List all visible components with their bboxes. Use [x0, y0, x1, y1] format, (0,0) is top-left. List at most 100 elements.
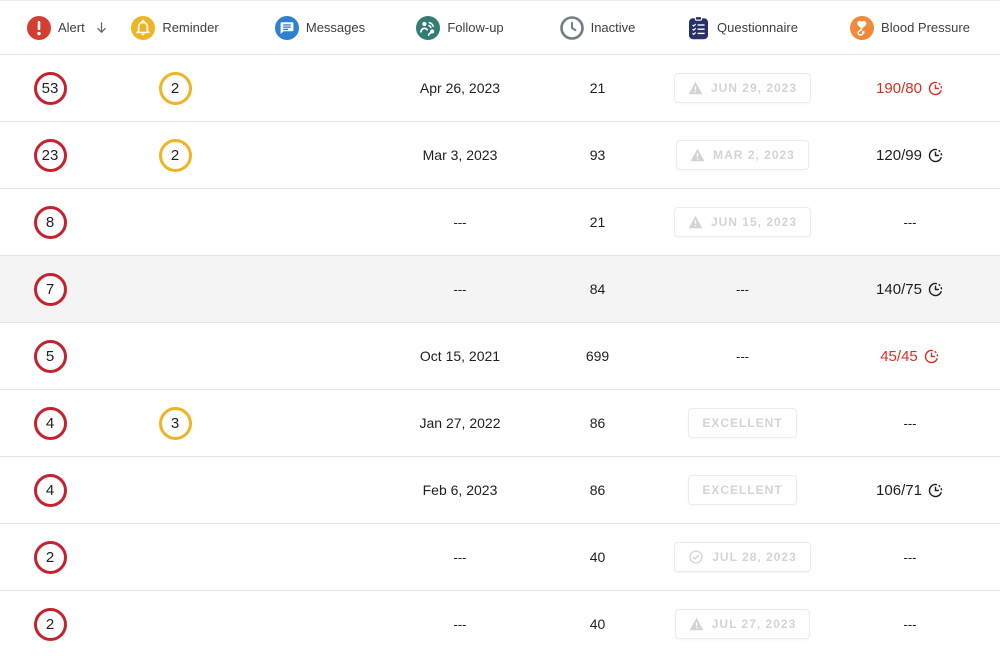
- questionnaire-date: JUN 29, 2023: [711, 81, 797, 95]
- inactive-cell: 40: [530, 549, 665, 565]
- table-row[interactable]: 8 --- 21 JUN 15, 2023 ---: [0, 189, 1000, 256]
- inactive-cell: 93: [530, 147, 665, 163]
- questionnaire-badge[interactable]: JUN 29, 2023: [674, 73, 811, 103]
- alert-count: 7: [46, 281, 54, 298]
- alert-count-badge[interactable]: 4: [34, 474, 67, 507]
- alert-count-badge[interactable]: 53: [34, 72, 67, 105]
- alert-count: 4: [46, 415, 54, 432]
- followup-cell: Oct 15, 2021: [390, 348, 530, 364]
- reminder-count: 3: [171, 415, 179, 432]
- column-header-blood-pressure[interactable]: Blood Pressure: [820, 16, 1000, 40]
- blood-pressure-value[interactable]: 106/71: [876, 482, 944, 499]
- questionnaire-cell: MAR 2, 2023: [665, 140, 820, 170]
- reminder-cell: 2: [100, 139, 250, 172]
- alert-icon: [27, 16, 51, 40]
- alert-count: 2: [46, 616, 54, 633]
- alert-count: 23: [42, 147, 59, 164]
- alert-cell: 4: [0, 407, 100, 440]
- alert-count-badge[interactable]: 2: [34, 541, 67, 574]
- reminder-count-badge[interactable]: 2: [159, 72, 192, 105]
- table-row[interactable]: 4 Feb 6, 2023 86 EXCELLENT 106/71: [0, 457, 1000, 524]
- column-label: Inactive: [591, 20, 636, 35]
- alert-cell: 5: [0, 340, 100, 373]
- bp-reading: 106/71: [876, 482, 922, 499]
- blood-pressure-icon: [850, 16, 874, 40]
- table-row-highlighted[interactable]: 7 --- 84 --- 140/75: [0, 256, 1000, 323]
- follow-up-icon: [416, 16, 440, 40]
- alert-cell: 4: [0, 474, 100, 507]
- reminder-cell: 2: [100, 72, 250, 105]
- table-row[interactable]: 53 2 Apr 26, 2023 21 JUN 29, 2023 190/80: [0, 55, 1000, 122]
- blood-pressure-cell: 45/45: [820, 348, 1000, 365]
- reminder-count-badge[interactable]: 3: [159, 407, 192, 440]
- alert-cell: 2: [0, 608, 100, 641]
- alert-count-badge[interactable]: 4: [34, 407, 67, 440]
- questionnaire-status-badge[interactable]: EXCELLENT: [688, 475, 796, 505]
- alert-count-badge[interactable]: 23: [34, 139, 67, 172]
- blood-pressure-cell: 120/99: [820, 147, 1000, 164]
- column-header-inactive[interactable]: Inactive: [530, 16, 665, 40]
- alert-count-badge[interactable]: 5: [34, 340, 67, 373]
- questionnaire-cell: JUN 15, 2023: [665, 207, 820, 237]
- followup-cell: ---: [390, 282, 530, 297]
- reminder-icon: [131, 16, 155, 40]
- questionnaire-icon: [687, 16, 710, 40]
- column-header-followup[interactable]: Follow-up: [390, 16, 530, 40]
- alert-cell: 8: [0, 206, 100, 239]
- inactive-cell: 21: [530, 214, 665, 230]
- blood-pressure-value[interactable]: 140/75: [876, 281, 944, 298]
- alert-cell: 7: [0, 273, 100, 306]
- blood-pressure-cell: ---: [820, 215, 1000, 230]
- alert-count: 5: [46, 348, 54, 365]
- table-row[interactable]: 4 3 Jan 27, 2022 86 EXCELLENT ---: [0, 390, 1000, 457]
- questionnaire-cell: EXCELLENT: [665, 408, 820, 438]
- history-clock-icon: [923, 348, 940, 365]
- blood-pressure-value[interactable]: 190/80: [876, 80, 944, 97]
- followup-cell: ---: [390, 617, 530, 632]
- table-row[interactable]: 5 Oct 15, 2021 699 --- 45/45: [0, 323, 1000, 390]
- questionnaire-badge[interactable]: MAR 2, 2023: [676, 140, 809, 170]
- history-clock-icon: [927, 281, 944, 298]
- alert-count-badge[interactable]: 2: [34, 608, 67, 641]
- reminder-cell: 3: [100, 407, 250, 440]
- table-row[interactable]: 2 --- 40 JUL 28, 2023 ---: [0, 524, 1000, 591]
- history-clock-icon: [927, 482, 944, 499]
- questionnaire-status-badge[interactable]: EXCELLENT: [688, 408, 796, 438]
- bp-reading: 45/45: [880, 348, 918, 365]
- column-header-questionnaire[interactable]: Questionnaire: [665, 16, 820, 40]
- questionnaire-badge[interactable]: JUN 15, 2023: [674, 207, 811, 237]
- alert-count-badge[interactable]: 7: [34, 273, 67, 306]
- questionnaire-badge[interactable]: JUL 28, 2023: [674, 542, 811, 572]
- followup-cell: ---: [390, 550, 530, 565]
- blood-pressure-value[interactable]: 45/45: [880, 348, 940, 365]
- column-header-messages[interactable]: Messages: [250, 16, 390, 40]
- inactive-cell: 21: [530, 80, 665, 96]
- column-header-alert[interactable]: Alert: [0, 16, 100, 40]
- questionnaire-cell: ---: [665, 349, 820, 364]
- reminder-count-badge[interactable]: 2: [159, 139, 192, 172]
- alert-cell: 23: [0, 139, 100, 172]
- questionnaire-date: JUL 28, 2023: [712, 550, 797, 564]
- blood-pressure-value[interactable]: 120/99: [876, 147, 944, 164]
- blood-pressure-cell: ---: [820, 617, 1000, 632]
- column-header-reminder[interactable]: Reminder: [100, 16, 250, 40]
- questionnaire-date: JUN 15, 2023: [711, 215, 797, 229]
- inactive-cell: 84: [530, 281, 665, 297]
- alert-count: 53: [42, 80, 59, 97]
- alert-cell: 53: [0, 72, 100, 105]
- followup-cell: Feb 6, 2023: [390, 482, 530, 498]
- bp-reading: 190/80: [876, 80, 922, 97]
- column-label: Questionnaire: [717, 20, 798, 35]
- questionnaire-cell: EXCELLENT: [665, 475, 820, 505]
- patient-alert-table: Alert Reminder Messages Follow-up: [0, 0, 1000, 656]
- column-label: Reminder: [162, 20, 218, 35]
- reminder-count: 2: [171, 147, 179, 164]
- blood-pressure-cell: 106/71: [820, 482, 1000, 499]
- blood-pressure-cell: 190/80: [820, 80, 1000, 97]
- questionnaire-badge[interactable]: JUL 27, 2023: [675, 609, 811, 639]
- table-header: Alert Reminder Messages Follow-up: [0, 1, 1000, 55]
- table-row[interactable]: 23 2 Mar 3, 2023 93 MAR 2, 2023 120/99: [0, 122, 1000, 189]
- table-row[interactable]: 2 --- 40 JUL 27, 2023 ---: [0, 591, 1000, 656]
- alert-count-badge[interactable]: 8: [34, 206, 67, 239]
- questionnaire-cell: JUL 28, 2023: [665, 542, 820, 572]
